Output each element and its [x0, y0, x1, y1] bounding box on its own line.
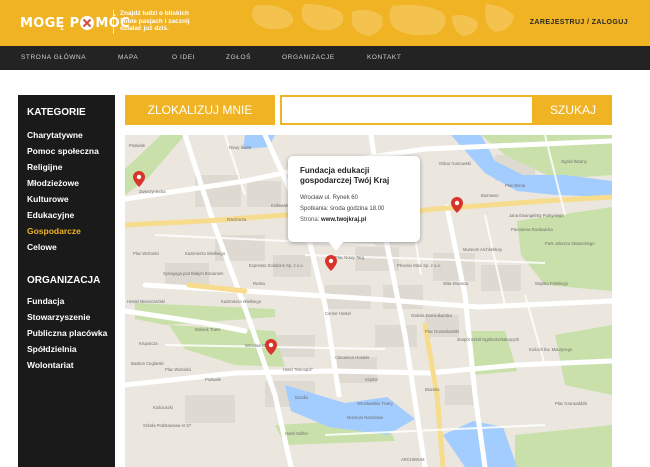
- map-label: Rzeźnicza: [227, 217, 247, 222]
- logo-divider: [113, 10, 114, 34]
- map-label: Plac Wolności: [133, 251, 159, 256]
- categories-heading: KATEGORIE: [27, 107, 86, 118]
- nav-item-report[interactable]: ZGŁOŚ: [226, 54, 251, 61]
- map-info-popup[interactable]: Fundacja edukacji gospodarczej Twój Kraj…: [288, 156, 420, 251]
- logo-text-left: MOGĘ P: [20, 15, 80, 31]
- tagline: Znajdź ludzi o bliskich Tobie pasjach i …: [120, 10, 230, 33]
- sidebar-item-charity[interactable]: Charytatywne: [27, 130, 83, 140]
- map-label: Synagoga pod Białym Bocianem: [163, 271, 224, 276]
- map-label: Szkoła Podstawowa nr 67: [143, 423, 192, 428]
- map-label: Nowy Świat: [229, 145, 252, 150]
- sidebar-item-association[interactable]: Stowarzyszenie: [27, 312, 90, 322]
- map-label: Wita Stwosza: [443, 281, 469, 286]
- map-label: Bramka: [425, 387, 440, 392]
- sidebar-item-religious[interactable]: Religijne: [27, 162, 62, 172]
- map-label: Cinnamon Hostels: [335, 355, 369, 360]
- map-label: Bastion Ceglarski: [131, 361, 164, 366]
- tagline-line: działać już dziś.: [120, 25, 169, 32]
- nav-item-home[interactable]: STRONA GŁÓWNA: [21, 54, 86, 61]
- map-label: Podwale: [205, 377, 222, 382]
- map-label: Hostel Mieszczański: [127, 299, 165, 304]
- site-header: MOGĘ P MÓC Znajdź ludzi o bliskich Tobie…: [0, 0, 650, 46]
- map-label: Plac Dominikański: [425, 329, 459, 334]
- map-label: Zespół Szkół Ogólnokształcących: [457, 337, 520, 342]
- map-label: Zwierzyniecka: [139, 189, 166, 194]
- map-label: Kazimierza Wielkiego: [185, 251, 226, 256]
- sidebar: KATEGORIE Charytatywne Pomoc społeczna R…: [18, 95, 115, 467]
- map-label: Kościół Św. Maurycego: [529, 347, 573, 352]
- map-label: Plac Bema: [505, 183, 526, 188]
- map-label: Szpital: [365, 377, 378, 382]
- sidebar-item-economic[interactable]: Gospodarcze: [27, 226, 81, 236]
- sidebar-item-youth[interactable]: Młodzieżowe: [27, 178, 79, 188]
- map-pin-icon[interactable]: [265, 339, 277, 355]
- popup-address: Wrocław ul. Rynek 60: [300, 195, 358, 201]
- map-label: Biuroweo: [481, 193, 499, 198]
- search-button[interactable]: SZUKAJ: [534, 95, 612, 125]
- popup-website: Strona: www.twojkraj.pl: [300, 216, 408, 224]
- nav-item-about[interactable]: O IDEI: [172, 54, 195, 61]
- map-label: Galeria Dominikańska: [411, 313, 453, 318]
- map-label: Park Juliusza Słowackiego: [545, 241, 595, 246]
- map-label: Podwale: [129, 143, 146, 148]
- nav-item-contact[interactable]: KONTAKT: [367, 54, 401, 61]
- sidebar-item-cultural[interactable]: Kulturowe: [27, 194, 69, 204]
- sidebar-item-cooperative[interactable]: Spółdzielnia: [27, 344, 77, 354]
- main-nav: STRONA GŁÓWNA MAPA O IDEI ZGŁOŚ ORGANIZA…: [0, 46, 650, 70]
- map-label: Oskar Gumowski: [439, 161, 471, 166]
- map-label: Boksuk Trans: [195, 327, 220, 332]
- map-label: Kazimierza Wielkiego: [221, 299, 262, 304]
- map-label: Plac Nowy Targ: [335, 255, 365, 260]
- map-label: Ruska: [253, 281, 266, 286]
- popup-title-line: gospodarczej Twój Kraj: [300, 176, 390, 185]
- map-label: Bozdla: [295, 395, 308, 400]
- popup-website-link[interactable]: www.twojkraj.pl: [321, 217, 366, 223]
- popup-website-label: Strona:: [300, 217, 320, 223]
- map-label: Kościuszki: [153, 405, 173, 410]
- sidebar-item-educational[interactable]: Edukacyjne: [27, 210, 74, 220]
- sidebar-item-public-institution[interactable]: Publiczna placówka: [27, 328, 107, 338]
- search-input[interactable]: [280, 95, 534, 125]
- map-label: Muzeum Narodowe: [347, 415, 384, 420]
- map-label: Corner Hostel: [325, 311, 351, 316]
- tagline-line: Znajdź ludzi o bliskich: [120, 10, 189, 17]
- map-label: Plac Grunwaldzki: [555, 401, 587, 406]
- sidebar-item-foundation[interactable]: Fundacja: [27, 296, 64, 306]
- cross-logo-icon: [80, 16, 95, 30]
- nav-item-map[interactable]: MAPA: [118, 54, 138, 61]
- map-label: Ogród Wodny: [561, 159, 588, 164]
- map-label: ARCHIWUM: [401, 457, 425, 462]
- register-login-link[interactable]: ZAREJESTRUJ / ZALOGUJ: [530, 19, 628, 26]
- map-label: Muzeum Architektury: [463, 247, 503, 252]
- map-label: Hotel Sofitel: [285, 431, 308, 436]
- organizations-heading: ORGANIZACJA: [27, 275, 101, 286]
- map-label: Phoenix Maxi Sp. z o.o.: [397, 263, 441, 268]
- nav-item-organizations[interactable]: ORGANIZACJE: [282, 54, 335, 61]
- tagline-line: Tobie pasjach i zacznij: [120, 17, 190, 25]
- popup-meetings: Spotkania: środa godzina 18.00: [300, 206, 385, 212]
- locate-me-button[interactable]: ZLOKALIZUJ MNIE: [125, 95, 275, 125]
- popup-title: Fundacja edukacji gospodarczej Twój Kraj: [300, 166, 408, 186]
- map-label: Hotel "Monopol": [283, 367, 313, 372]
- map-label: Expresso Solutions Sp. z o.o.: [249, 263, 304, 268]
- popup-title-line: Fundacja edukacji: [300, 166, 370, 175]
- map-pin-icon[interactable]: [325, 255, 337, 271]
- map-pin-icon[interactable]: [451, 197, 463, 213]
- map-label: Wojska Polskiego: [535, 281, 569, 286]
- map-label: Panorama Racławicka: [511, 227, 553, 232]
- map-label: Krupnicza: [139, 341, 158, 346]
- sidebar-item-volunteering[interactable]: Wolontariat: [27, 360, 74, 370]
- map-label: Jana Ewangelisty Purkyniego: [509, 213, 564, 218]
- map-pin-icon[interactable]: [133, 171, 145, 187]
- sidebar-item-social-help[interactable]: Pomoc społeczna: [27, 146, 99, 156]
- map-label: Wrocławskie Teatry: [357, 401, 394, 406]
- map-label: Plac Wolności: [165, 367, 191, 372]
- sidebar-item-purposeful[interactable]: Celowe: [27, 242, 57, 252]
